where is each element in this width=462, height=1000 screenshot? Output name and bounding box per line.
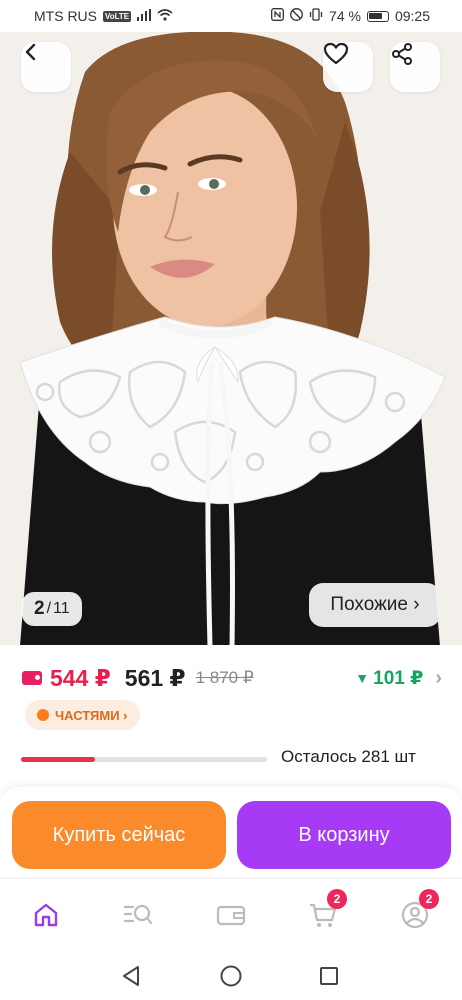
profile-badge: 2: [419, 889, 439, 909]
bottom-tab-bar: 2 2: [0, 878, 462, 948]
image-counter-total: 11: [53, 600, 70, 617]
share-button[interactable]: [390, 42, 440, 92]
product-photo-illustration: [0, 32, 462, 646]
chevron-right-icon: ›: [435, 666, 442, 689]
installments-label: ЧАСТЯМИ ›: [55, 707, 128, 723]
favorite-button[interactable]: [323, 42, 373, 92]
clock: 09:25: [394, 8, 430, 24]
image-counter-separator: /: [46, 600, 52, 617]
vibrate-icon: [309, 8, 323, 24]
circle-home-icon: [220, 965, 242, 987]
share-icon: [392, 43, 412, 65]
carrier-label: MTS RUS: [34, 8, 97, 24]
image-counter: 2 / 11: [22, 592, 82, 626]
buy-now-button[interactable]: Купить сейчас: [12, 801, 226, 869]
image-counter-current: 2: [34, 598, 45, 619]
system-nav-bar: [0, 950, 462, 1000]
wifi-icon: [157, 8, 173, 24]
stock-remaining: Осталось 281 шт: [281, 747, 416, 766]
cashback-amount: 101 ₽: [373, 667, 424, 689]
tab-profile[interactable]: 2: [395, 889, 439, 933]
volte-badge: VoLTE: [103, 10, 132, 22]
wallet-icon: [22, 671, 42, 685]
nfc-icon: [271, 8, 284, 24]
installments-icon: [37, 709, 49, 721]
tab-catalog[interactable]: [118, 897, 158, 933]
similar-button[interactable]: Похожие ›: [309, 583, 441, 627]
installments-chip[interactable]: ЧАСТЯМИ ›: [25, 700, 140, 730]
tab-cart[interactable]: 2: [303, 889, 347, 933]
stock-progress-fill: [21, 757, 95, 762]
cashback-arrow-icon: ▼: [355, 670, 370, 686]
signal-icon: [137, 8, 152, 24]
action-bar: Купить сейчас В корзину: [0, 787, 462, 877]
tab-home[interactable]: [26, 897, 66, 933]
system-back-button[interactable]: [119, 964, 143, 988]
battery-icon: [366, 10, 389, 22]
product-screen: MTS RUS VoLTE 74 % 09:25 2 / 11 Похожие …: [0, 0, 462, 1000]
square-recents-icon: [320, 967, 338, 985]
stock-progress-bar: [21, 757, 267, 762]
battery-percent: 74 %: [329, 8, 361, 24]
system-recents-button[interactable]: [317, 964, 341, 988]
dnd-icon: [290, 8, 303, 24]
status-right: 74 % 09:25: [271, 8, 430, 24]
chevron-left-icon: [25, 43, 36, 61]
cart-badge: 2: [327, 889, 347, 909]
cashback-link[interactable]: ▼ 101 ₽ ›: [355, 667, 442, 690]
status-left: MTS RUS VoLTE: [34, 8, 173, 24]
current-price: 561 ₽: [124, 664, 186, 691]
wallet-tab-icon: [216, 905, 246, 926]
tab-wallet[interactable]: [211, 897, 251, 933]
triangle-back-icon: [123, 966, 139, 986]
add-to-cart-button[interactable]: В корзину: [237, 801, 451, 869]
catalog-search-icon: [123, 904, 153, 925]
product-info: 544 ₽ 561 ₽ 1 870 ₽ ▼ 101 ₽ › ЧАСТЯМИ › …: [0, 645, 462, 785]
price-row: 544 ₽ 561 ₽ 1 870 ₽ ▼ 101 ₽ ›: [22, 663, 442, 693]
heart-icon: [323, 42, 349, 65]
status-bar: MTS RUS VoLTE 74 % 09:25: [0, 0, 462, 32]
card-price: 544 ₽: [50, 664, 111, 691]
back-button[interactable]: [21, 42, 71, 92]
product-photo[interactable]: 2 / 11 Похожие ›: [0, 32, 462, 646]
home-icon: [34, 903, 58, 927]
old-price: 1 870 ₽: [195, 668, 254, 687]
system-home-button[interactable]: [219, 964, 243, 988]
